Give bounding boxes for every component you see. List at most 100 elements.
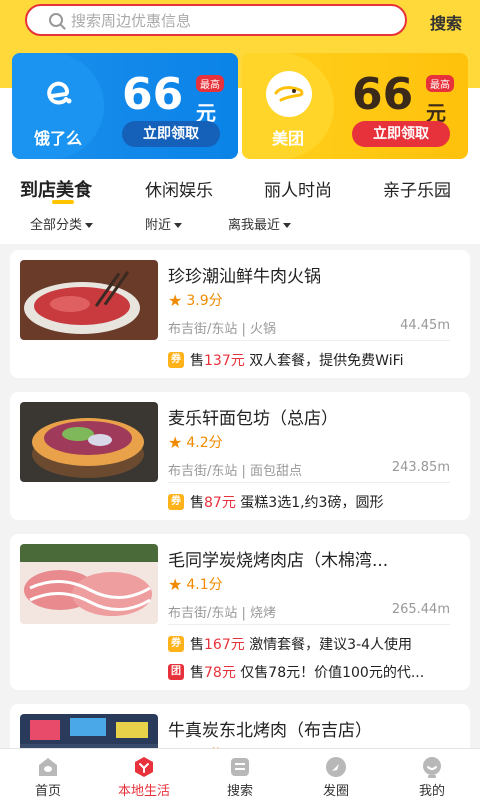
filter-category-label: 全部分类 [30, 218, 83, 233]
deal-prefix: 售 [190, 353, 204, 369]
rating-value: 4.1分 [186, 577, 223, 593]
search-icon [231, 758, 249, 776]
tab-food[interactable]: 到店美食 [20, 176, 92, 202]
nav-home-label: 首页 [34, 784, 61, 799]
deal-item[interactable]: 券 售 87元 蛋糕3选1,约3磅，圆形 [168, 492, 383, 512]
star-icon: ★ [168, 574, 183, 594]
nav-share[interactable]: 发圈 [288, 749, 384, 800]
tab-beauty[interactable]: 丽人时尚 [264, 176, 332, 201]
store-photo [20, 544, 158, 624]
meituan-kangaroo-icon [266, 71, 312, 117]
tab-leisure[interactable]: 休闲娱乐 [145, 176, 213, 201]
meituan-promo-card[interactable]: 美团 66 最高 元 立即领取 [242, 53, 468, 159]
eleme-max-badge: 最高 [196, 75, 224, 92]
meituan-amount: 66 [352, 69, 414, 120]
deal-desc: 激情套餐，建议3-4人使用 [249, 637, 413, 653]
store-category: 面包甜点 [250, 464, 303, 479]
rating-value: 3.9分 [186, 293, 223, 309]
store-distance: 44.45m [400, 318, 450, 333]
nav-local-life-label: 本地生活 [117, 784, 170, 799]
eleme-brand-name: 饿了么 [33, 129, 82, 148]
search-icon [49, 13, 63, 27]
store-category: 烧烤 [250, 606, 277, 621]
store-distance: 243.85m [391, 460, 450, 475]
filter-sort[interactable]: 离我最近 [228, 214, 292, 233]
deal-price: 167元 [204, 637, 245, 653]
filter-nearby-label: 附近 [145, 218, 172, 233]
deal-prefix: 售 [190, 495, 204, 511]
home-icon [39, 758, 57, 776]
deal-desc: 双人套餐，提供免费WiFi [249, 353, 404, 369]
store-name: 珍珍潮汕鲜牛肉火锅 [168, 267, 321, 287]
store-name: 牛真炭东北烤肉（布吉店） [168, 721, 372, 741]
filter-category[interactable]: 全部分类 [30, 214, 94, 233]
meituan-brand-name: 美团 [271, 129, 304, 148]
store-card[interactable]: 珍珍潮汕鲜牛肉火锅 ★ 3.9分 布吉街/东站 | 火锅 44.45m 券 售 13… [10, 250, 470, 378]
nav-search-label: 搜索 [226, 784, 253, 799]
nav-search[interactable]: 搜索 [192, 749, 288, 800]
group-buy-badge: 团 [168, 664, 184, 680]
deal-item[interactable]: 券 售 167元 激情套餐，建议3-4人使用 [168, 634, 412, 654]
category-tabs: 到店美食 休闲娱乐 丽人时尚 亲子乐园 [0, 170, 480, 210]
store-meta: 布吉街/东站 | 火锅 [168, 322, 277, 337]
store-rating: ★ 4.2分 [168, 432, 223, 452]
store-card[interactable]: 毛同学炭烧烤肉店（木棉湾... ★ 4.1分 布吉街/东站 | 烧烤 265.44… [10, 534, 470, 690]
divider [168, 624, 450, 625]
filter-sort-label: 离我最近 [228, 218, 281, 233]
bottom-nav: 首页 本地生活 搜索 发圈 我的 [0, 748, 480, 800]
divider [168, 340, 450, 341]
eleme-promo-card[interactable]: 饿了么 66 最高 元 立即领取 [12, 53, 238, 159]
top-bar: 搜索周边优惠信息 搜索 [0, 0, 480, 40]
store-name: 麦乐轩面包坊（总店） [168, 409, 338, 429]
nav-profile-label: 我的 [418, 784, 445, 799]
caret-down-icon [283, 223, 292, 228]
share-icon [326, 757, 346, 777]
meituan-max-badge: 最高 [426, 75, 454, 92]
deal-item[interactable]: 券 售 137元 双人套餐，提供免费WiFi [168, 350, 404, 370]
eleme-logo-icon [47, 81, 72, 105]
eleme-logo-area: 饿了么 [12, 53, 104, 159]
eleme-claim-button[interactable]: 立即领取 [122, 121, 220, 147]
search-button[interactable]: 搜索 [430, 10, 462, 34]
store-meta: 布吉街/东站 | 烧烤 [168, 606, 277, 621]
deal-prefix: 售 [190, 637, 204, 653]
nav-share-label: 发圈 [322, 784, 349, 799]
promo-area: 饿了么 66 最高 元 立即领取 美团 66 最高 元 立即领取 [0, 40, 480, 170]
meituan-logo-area: 美团 [242, 53, 334, 159]
deal-prefix: 售 [190, 665, 204, 681]
caret-down-icon [174, 223, 183, 228]
rating-value: 4.2分 [186, 435, 223, 451]
store-meta: 布吉街/东站 | 面包甜点 [168, 464, 303, 479]
store-category: 火锅 [250, 322, 277, 337]
store-photo [20, 402, 158, 482]
star-icon: ★ [168, 290, 183, 310]
tab-family[interactable]: 亲子乐园 [383, 176, 451, 201]
coupon-badge: 券 [168, 352, 184, 368]
nav-profile[interactable]: 我的 [384, 749, 480, 800]
deal-price: 137元 [204, 353, 245, 369]
divider [168, 482, 450, 483]
coupon-badge: 券 [168, 494, 184, 510]
star-icon: ★ [168, 432, 183, 452]
search-input[interactable]: 搜索周边优惠信息 [25, 4, 407, 36]
deal-item[interactable]: 团 售 78元 仅售78元！价值100元的代... [168, 662, 424, 682]
active-tab-indicator [52, 200, 74, 204]
store-rating: ★ 4.1分 [168, 574, 223, 594]
store-rating: ★ 3.9分 [168, 290, 223, 310]
filter-nearby[interactable]: 附近 [145, 214, 183, 233]
deal-price: 87元 [204, 495, 236, 511]
deal-price: 78元 [204, 665, 236, 681]
store-photo [20, 260, 158, 340]
nav-local-life[interactable]: 本地生活 [96, 749, 192, 800]
store-location: 布吉街/东站 [168, 322, 238, 337]
store-location: 布吉街/东站 [168, 606, 238, 621]
search-placeholder: 搜索周边优惠信息 [71, 11, 192, 30]
filter-bar: 全部分类 附近 离我最近 [0, 210, 480, 244]
store-card[interactable]: 麦乐轩面包坊（总店） ★ 4.2分 布吉街/东站 | 面包甜点 243.85m 券… [10, 392, 470, 520]
profile-icon [423, 757, 441, 778]
eleme-amount: 66 [122, 69, 184, 120]
local-life-icon [135, 757, 153, 777]
store-location: 布吉街/东站 [168, 464, 238, 479]
nav-home[interactable]: 首页 [0, 749, 96, 800]
meituan-claim-button[interactable]: 立即领取 [352, 121, 450, 147]
